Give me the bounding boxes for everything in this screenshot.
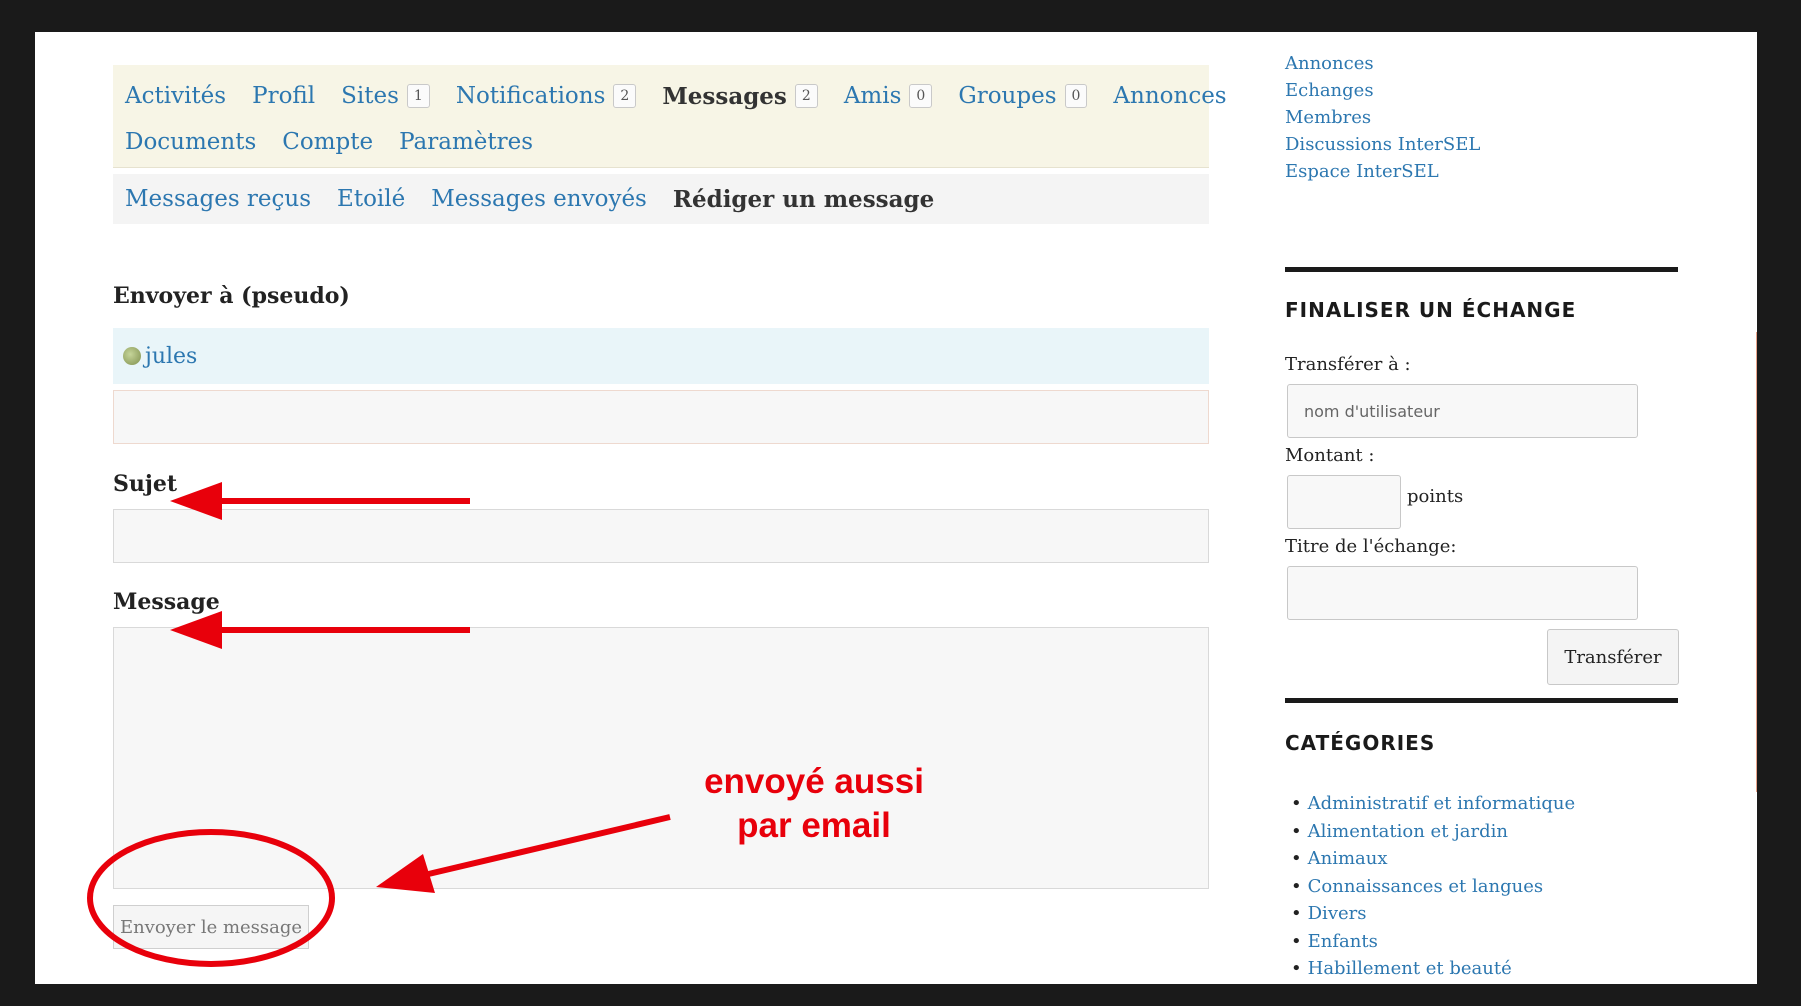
category-item[interactable]: Enfants [1291,928,1575,956]
nav-label: Activités [125,83,227,109]
message-label: Message [113,589,220,615]
nav-label: Annonces [1113,83,1227,109]
send-message-button[interactable]: Envoyer le message [113,905,309,949]
amount-input[interactable] [1287,475,1401,529]
nav-label: Documents [125,129,257,155]
nav-label: Groupes [958,83,1057,109]
category-item[interactable]: Alimentation et jardin [1291,818,1575,846]
subject-input[interactable] [113,509,1209,563]
count-badge: 0 [909,84,933,108]
annotation-line: envoyé aussi [704,762,924,801]
category-item[interactable]: Divers [1291,900,1575,928]
nav-label: Compte [282,129,374,155]
recipient-name: jules [145,343,198,369]
recipient-input[interactable] [113,390,1209,444]
nav-label: Notifications [455,83,606,109]
transfer-to-label: Transférer à : [1285,354,1411,375]
nav-notifications[interactable]: Notifications 2 [456,83,637,109]
nav-label: Messages [662,82,787,110]
count-badge: 2 [794,84,818,108]
count-badge: 0 [1064,84,1088,108]
nav-sites[interactable]: Sites 1 [341,83,430,109]
category-item[interactable]: Administratif et informatique [1291,790,1576,818]
subnav-sent[interactable]: Messages envoyés [431,186,647,212]
nav-profil[interactable]: Profil [252,83,315,109]
sidebar-link-discussions[interactable]: Discussions InterSEL [1285,131,1678,158]
nav-amis[interactable]: Amis 0 [844,83,933,109]
transfer-button[interactable]: Transférer [1547,629,1679,685]
nav-annonces[interactable]: Annonces [1113,83,1226,109]
sidebar-link-echanges[interactable]: Echanges [1285,77,1678,104]
nav-documents[interactable]: Documents [125,129,256,155]
widget-divider [1285,698,1678,703]
category-item[interactable]: Habillement et beauté [1291,955,1575,983]
sidebar-link-membres[interactable]: Membres [1285,104,1678,131]
nav-parametres[interactable]: Paramètres [399,129,533,155]
exchange-widget-title: FINALISER UN ÉCHANGE [1285,298,1577,322]
category-item[interactable]: Connaissances et langues [1291,873,1575,901]
nav-label: Sites [341,83,399,109]
categories-widget-title: CATÉGORIES [1285,731,1436,755]
nav-label: Profil [252,83,316,109]
username-input[interactable]: nom d'utilisateur [1287,384,1638,438]
nav-groupes[interactable]: Groupes 0 [958,83,1088,109]
sidebar-link-espace[interactable]: Espace InterSEL [1285,158,1678,185]
annotation-note: envoyé aussi par email [650,760,978,848]
subnav-compose[interactable]: Rédiger un message [673,186,934,213]
category-list: Administratif et informatique Alimentati… [1291,790,1576,983]
points-label: points [1407,486,1464,507]
amount-label: Montant : [1285,445,1375,466]
subject-label: Sujet [113,471,178,497]
exchange-title-input[interactable] [1287,566,1638,620]
scrollbar[interactable] [1756,332,1757,792]
main-content: Activités Profil Sites 1 Notifications 2 M… [113,65,1227,949]
avatar [123,347,141,365]
exchange-title-label: Titre de l'échange: [1285,536,1457,557]
count-badge: 2 [613,84,637,108]
subnav-starred[interactable]: Etoilé [337,186,405,212]
message-textarea[interactable] [113,627,1209,889]
nav-label: Amis [843,83,902,109]
nav-messages[interactable]: Messages 2 [662,82,818,110]
nav-compte[interactable]: Compte [282,129,373,155]
subnav-inbox[interactable]: Messages reçus [125,186,311,212]
nav-activites[interactable]: Activités [125,83,226,109]
sidebar-link-annonces[interactable]: Annonces [1285,50,1678,77]
recipient-token[interactable]: jules [113,328,1209,384]
category-item[interactable]: Animaux [1291,845,1575,873]
count-badge: 1 [406,84,430,108]
to-label: Envoyer à (pseudo) [113,283,350,309]
nav-label: Paramètres [399,129,534,155]
username-placeholder: nom d'utilisateur [1304,401,1440,421]
messages-subnav: Messages reçus Etoilé Messages envoyés R… [113,174,1209,224]
annotation-line: par email [737,806,891,845]
profile-navigation: Activités Profil Sites 1 Notifications 2 M… [113,65,1227,168]
widget-divider [1285,267,1678,272]
sidebar-links: Annonces Echanges Membres Discussions In… [1285,50,1678,185]
